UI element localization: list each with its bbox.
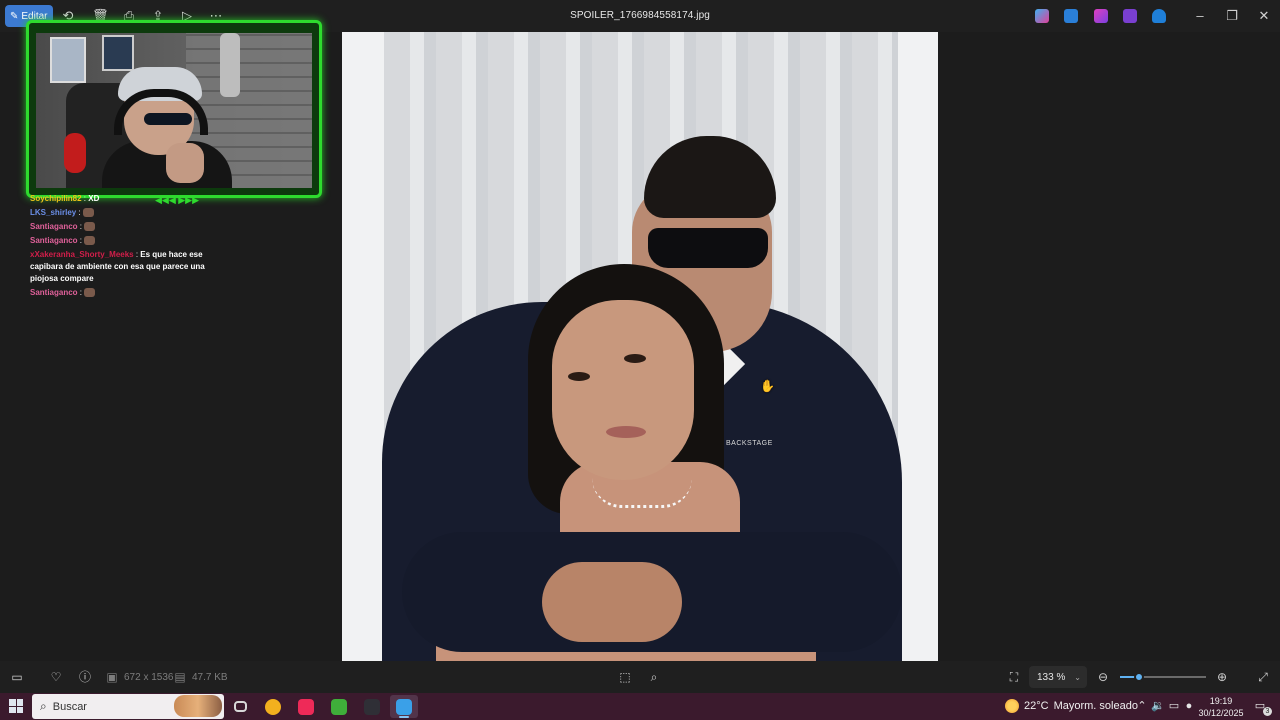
info-icon[interactable]: ⓘ — [77, 669, 93, 685]
wall-poster — [102, 35, 134, 71]
gaming-chair-accent — [64, 133, 86, 173]
taskbar-app-photos[interactable] — [390, 695, 418, 718]
photos-icon — [396, 698, 412, 715]
taskbar-app-minecraft[interactable] — [325, 695, 353, 718]
chat-emote-icon — [84, 222, 96, 232]
search-icon: ⌕ — [40, 699, 47, 713]
zoom-in-icon[interactable]: ⊕ — [1214, 669, 1230, 685]
taskbar-app-chrome[interactable] — [259, 695, 287, 718]
microphone-icon[interactable]: ● — [1182, 699, 1196, 713]
chat-message: Santiaganco : — [30, 287, 230, 299]
chevron-down-icon: ⌄ — [1074, 672, 1081, 682]
obs-icon — [364, 698, 380, 715]
network-icon[interactable]: ▭ — [1167, 699, 1181, 713]
chat-username[interactable]: Soychipilin82 — [30, 194, 82, 203]
weather-widget[interactable]: 22°C Mayorm. soleado — [1005, 699, 1138, 713]
chat-emote-icon — [84, 288, 96, 298]
jacket-logo: BACKSTAGE — [726, 440, 773, 447]
clipchamp-icon[interactable] — [1123, 9, 1137, 23]
zoom-level: 133 % — [1037, 671, 1066, 683]
copilot-icon[interactable] — [1035, 9, 1049, 23]
windows-taskbar: ⌕ Buscar 22°C Mayorm. soleado ⌃ 🔉 ▭ ● 19… — [0, 693, 1280, 720]
windows-start-icon[interactable] — [9, 699, 23, 713]
search-placeholder: Buscar — [52, 700, 87, 713]
filmstrip-icon[interactable]: ▭ — [9, 669, 25, 685]
photo-background-right — [898, 32, 938, 661]
fullscreen-icon[interactable]: ⤢ — [1255, 669, 1271, 685]
chat-separator: : — [76, 208, 83, 217]
chat-separator: : — [77, 222, 85, 231]
photo-hand — [542, 562, 682, 642]
create-icon[interactable] — [1094, 9, 1108, 23]
taskbar-app-obs[interactable] — [358, 695, 386, 718]
file-size-icon: ▤ — [174, 670, 186, 684]
taskbar-clock[interactable]: 19:19 30/12/2025 — [1196, 695, 1246, 719]
chat-username[interactable]: Santiaganco — [30, 222, 78, 231]
streamer-sunglasses — [144, 113, 192, 125]
photo-girl-face — [552, 300, 694, 480]
chat-separator: : — [77, 288, 85, 297]
onedrive-icon[interactable] — [1152, 9, 1166, 23]
taskbar-app-tiktok[interactable] — [292, 695, 320, 718]
stream-chat: Soychipilin82 : XD LKS_shirley : Santiaga… — [30, 193, 230, 301]
viewer-toolbar: ▭ ♡ ⓘ ▣ 672 x 1536 ▤ 47.7 KB ⬚ ⌕ ⛶ 133 %… — [0, 661, 1280, 693]
chat-message: Soychipilin82 : XD — [30, 193, 230, 205]
photo-canvas[interactable]: BACKSTAGE ✋ — [342, 32, 938, 661]
close-icon[interactable]: ✕ — [1255, 7, 1273, 25]
chat-emote-icon — [82, 208, 94, 218]
image-dimensions: 672 x 1536 — [124, 672, 174, 683]
minimize-icon[interactable]: – — [1191, 7, 1209, 25]
fit-to-window-icon[interactable]: ⛶ — [1006, 669, 1022, 685]
zoom-out-icon[interactable]: ⊖ — [1095, 669, 1111, 685]
dimensions-icon: ▣ — [106, 670, 118, 684]
taskbar-app-task-view[interactable] — [226, 695, 254, 718]
hand-cursor-icon: ✋ — [760, 379, 775, 393]
chat-separator: : — [77, 236, 85, 245]
tiktok-icon — [298, 698, 314, 715]
task-view-icon — [233, 701, 247, 712]
maximize-icon[interactable]: ❐ — [1223, 7, 1241, 25]
taskbar-search-box[interactable]: ⌕ Buscar — [32, 694, 224, 719]
webcam-feed — [36, 33, 312, 188]
volume-icon[interactable]: 🔉 — [1151, 699, 1165, 713]
weather-temperature: 22°C — [1024, 700, 1049, 712]
visual-search-icon[interactable]: ⌕ — [646, 669, 662, 685]
designer-icon[interactable] — [1064, 9, 1078, 23]
chat-username[interactable]: Santiaganco — [30, 236, 78, 245]
chat-message: xXakeranha_Shorty_Meeks : Es que hace es… — [30, 249, 230, 285]
photo-lips — [606, 426, 646, 438]
crop-select-icon[interactable]: ⬚ — [617, 669, 633, 685]
chat-message: Santiaganco : — [30, 235, 230, 247]
image-file-size: 47.7 KB — [192, 672, 228, 683]
chat-emote-icon — [84, 236, 96, 246]
active-app-indicator — [399, 716, 409, 718]
weather-description: Mayorm. soleado — [1053, 700, 1138, 712]
chevron-up-icon[interactable]: ⌃ — [1135, 699, 1149, 713]
photo-eye — [624, 354, 646, 363]
chat-username[interactable]: LKS_shirley — [30, 208, 76, 217]
chat-message: LKS_shirley : — [30, 207, 230, 219]
streamer-hand — [166, 143, 204, 183]
clock-time: 19:19 — [1209, 696, 1233, 706]
microphone — [220, 33, 240, 97]
clock-date: 30/12/2025 — [1198, 708, 1244, 718]
notification-count: 3 — [1263, 707, 1272, 716]
wall-poster — [50, 37, 86, 83]
zoom-slider-thumb[interactable] — [1133, 672, 1144, 682]
webcam-frame: ◀◀◀ ▶▶▶ — [26, 20, 322, 205]
photo-necklace — [592, 478, 692, 508]
photo-eye — [568, 372, 590, 381]
search-highlight-image — [174, 695, 222, 717]
chat-username[interactable]: Santiaganco — [30, 288, 78, 297]
sun-icon — [1005, 699, 1019, 713]
chat-message: Santiaganco : — [30, 221, 230, 233]
chrome-icon — [265, 698, 281, 715]
chat-text: XD — [88, 194, 100, 203]
chat-username[interactable]: xXakeranha_Shorty_Meeks — [30, 250, 134, 259]
minecraft-icon — [331, 698, 347, 715]
photo-sunglasses — [648, 228, 768, 268]
favorite-heart-icon[interactable]: ♡ — [48, 669, 64, 685]
photo-background-left — [342, 32, 384, 661]
zoom-level-dropdown[interactable]: 133 % ⌄ — [1029, 666, 1087, 688]
